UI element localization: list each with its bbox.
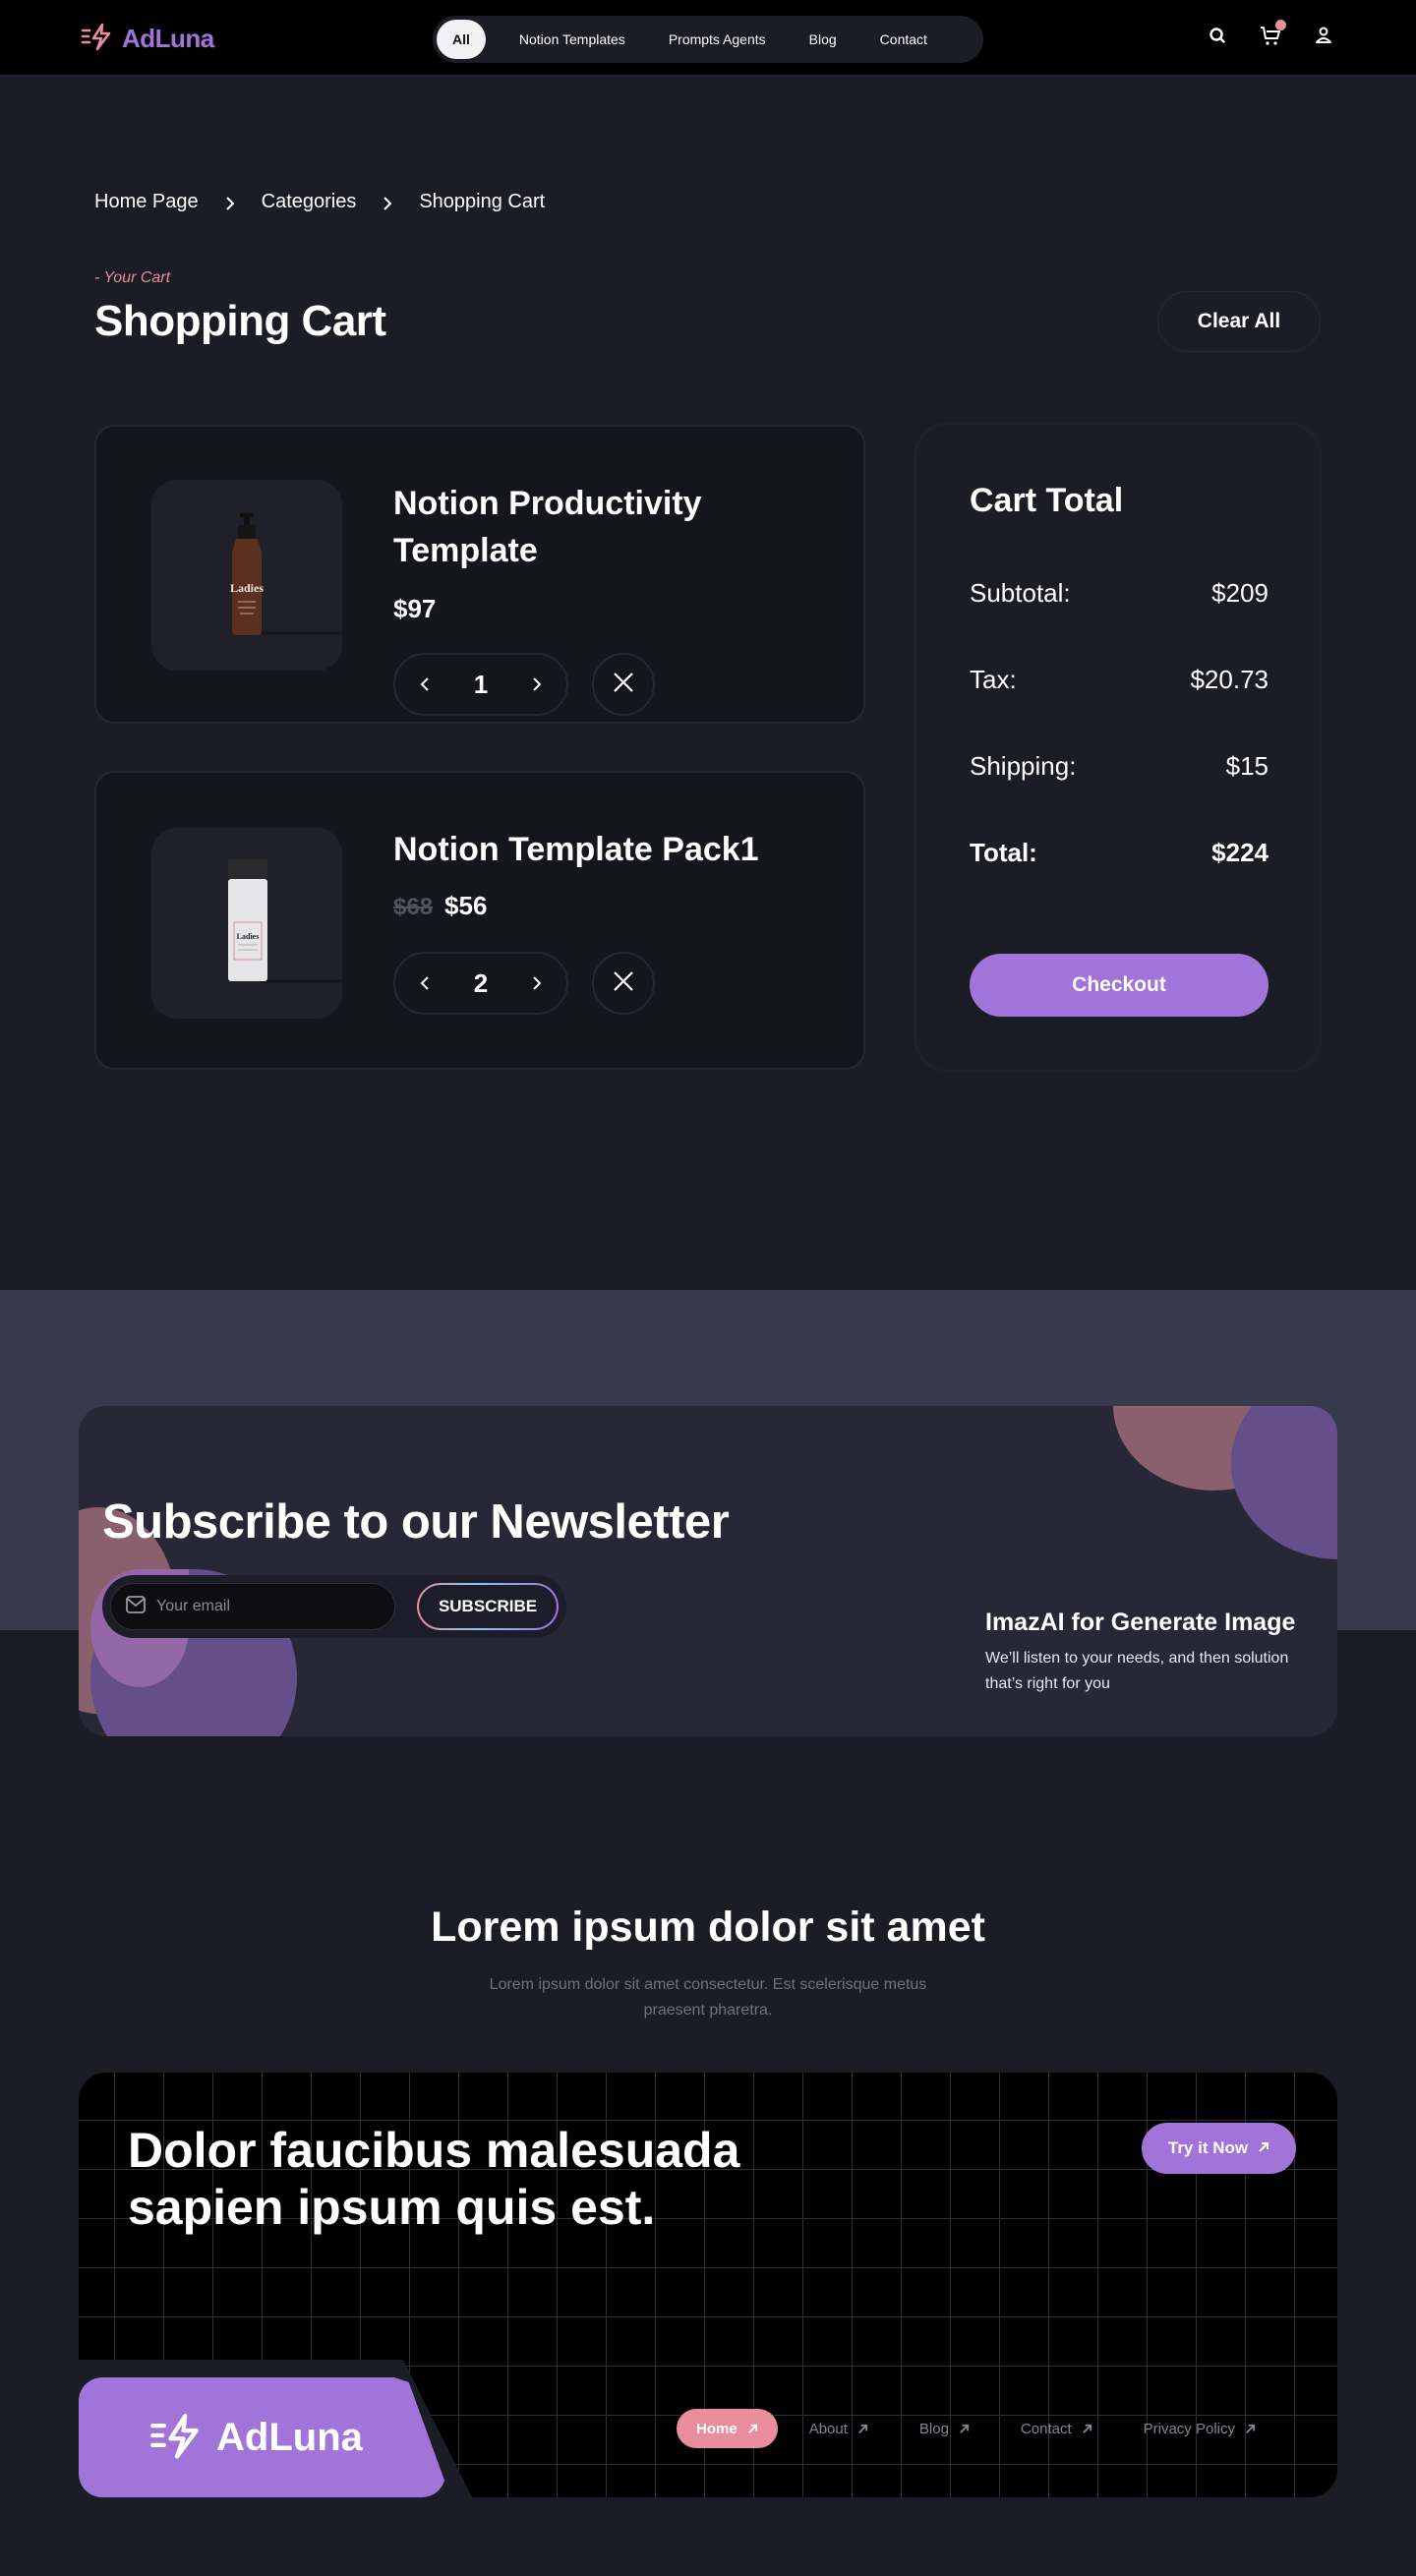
newsletter-form: SUBSCRIBE xyxy=(102,1575,566,1638)
total-row: Total: $224 xyxy=(970,838,1268,868)
product-title: Notion Template Pack1 xyxy=(393,831,759,868)
cart-total-panel: Cart Total Subtotal: $209 Tax: $20.73 Sh… xyxy=(914,423,1322,1072)
arrow-up-right-icon xyxy=(1258,2138,1269,2158)
bolt-logo-icon xyxy=(81,22,114,56)
subscribe-button[interactable]: SUBSCRIBE xyxy=(417,1583,559,1630)
decrease-quantity-button[interactable] xyxy=(415,673,435,696)
total-value: $224 xyxy=(1211,838,1268,867)
product-price: $68 $56 xyxy=(393,891,487,921)
product-image: Ladies xyxy=(151,480,342,671)
total-label: Total: xyxy=(970,838,1037,867)
decorative-blob xyxy=(1231,1406,1337,1559)
cart-icon[interactable] xyxy=(1259,20,1286,47)
nav-item-all[interactable]: All xyxy=(437,20,486,59)
remove-item-button[interactable] xyxy=(592,653,655,716)
checkout-button[interactable]: Checkout xyxy=(970,954,1268,1017)
footer-logo-text: AdLuna xyxy=(216,2415,363,2459)
nav-item-notion-templates[interactable]: Notion Templates xyxy=(498,20,647,59)
footer-link-about[interactable]: About xyxy=(790,2409,888,2448)
section-title: Lorem ipsum dolor sit amet xyxy=(431,1903,985,1951)
arrow-up-right-icon xyxy=(747,2424,757,2433)
shipping-value: $15 xyxy=(1225,751,1268,781)
try-it-now-label: Try it Now xyxy=(1167,2138,1249,2157)
footer-title: Dolor faucibus malesuada sapien ipsum qu… xyxy=(128,2123,740,2235)
arrow-up-right-icon xyxy=(960,2424,970,2433)
promo-title: ImazAI for Generate Image xyxy=(985,1609,1296,1636)
cart-item: Ladies Notion Template Pack1 $68 $56 2 xyxy=(94,771,865,1070)
close-icon xyxy=(613,970,634,997)
bolt-logo-icon xyxy=(149,2411,205,2465)
quantity-stepper: 1 xyxy=(393,653,568,716)
section-eyebrow: - Your Cart xyxy=(94,269,171,286)
email-field[interactable] xyxy=(110,1583,395,1630)
product-image: Ladies xyxy=(151,828,342,1019)
tax-label: Tax: xyxy=(970,665,1017,694)
breadcrumb-current: Shopping Cart xyxy=(419,191,546,212)
tax-row: Tax: $20.73 xyxy=(970,665,1268,695)
footer-logo[interactable]: AdLuna xyxy=(79,2377,445,2497)
subtotal-value: $209 xyxy=(1211,578,1268,608)
subscribe-label: SUBSCRIBE xyxy=(419,1585,557,1628)
original-price: $68 xyxy=(393,894,434,920)
close-icon xyxy=(613,672,634,698)
footer-link-label: Blog xyxy=(918,2420,949,2437)
quantity-value: 1 xyxy=(473,669,489,699)
search-icon[interactable] xyxy=(1206,24,1229,47)
product-title: Notion Productivity Template xyxy=(393,485,702,569)
nav-item-prompts-agents[interactable]: Prompts Agents xyxy=(647,20,788,59)
footer-link-label: Contact xyxy=(1020,2420,1072,2437)
footer-link-label: Privacy Policy xyxy=(1143,2420,1235,2437)
cart-item: Ladies Notion Productivity Template $97 … xyxy=(94,425,865,724)
arrow-up-right-icon xyxy=(1082,2424,1092,2433)
chevron-right-icon xyxy=(224,195,236,210)
arrow-up-right-icon xyxy=(1246,2424,1256,2433)
footer-link-privacy-policy[interactable]: Privacy Policy xyxy=(1124,2409,1275,2448)
shipping-row: Shipping: $15 xyxy=(970,751,1268,782)
svg-text:Ladies: Ladies xyxy=(230,581,264,595)
logo-text: AdLuna xyxy=(122,24,214,53)
increase-quantity-button[interactable] xyxy=(527,673,547,696)
breadcrumb-home[interactable]: Home Page xyxy=(94,191,199,213)
cart-total-title: Cart Total xyxy=(970,482,1124,519)
footer-link-home[interactable]: Home xyxy=(677,2409,778,2448)
current-price: $56 xyxy=(444,891,488,920)
shipping-label: Shipping: xyxy=(970,751,1077,781)
header-actions xyxy=(1206,20,1335,47)
email-input[interactable] xyxy=(156,1598,373,1615)
increase-quantity-button[interactable] xyxy=(527,971,547,995)
footer-nav: Home About Blog Contact Privacy Policy xyxy=(677,2409,1287,2448)
chevron-right-icon xyxy=(382,195,393,210)
product-price: $97 xyxy=(393,594,436,624)
decrease-quantity-button[interactable] xyxy=(415,971,435,995)
newsletter-title: Subscribe to our Newsletter xyxy=(102,1495,730,1549)
breadcrumb: Home Page Categories Shopping Cart xyxy=(94,191,545,213)
promo-text: We’ll listen to your needs, and then sol… xyxy=(985,1650,1289,1692)
arrow-up-right-icon xyxy=(858,2424,867,2433)
footer-link-label: About xyxy=(808,2420,848,2437)
cart-badge xyxy=(1275,20,1286,30)
top-navigation: AdLuna All Notion Templates Prompts Agen… xyxy=(0,0,1416,77)
page-title: Shopping Cart xyxy=(94,297,386,345)
clear-all-button[interactable]: Clear All xyxy=(1157,291,1321,352)
user-icon[interactable] xyxy=(1312,24,1335,47)
quantity-value: 2 xyxy=(473,967,489,998)
quantity-stepper: 2 xyxy=(393,952,568,1015)
breadcrumb-categories[interactable]: Categories xyxy=(262,191,357,213)
footer-link-contact[interactable]: Contact xyxy=(1001,2409,1112,2448)
footer-link-label: Home xyxy=(696,2420,738,2437)
section-subtitle: Lorem ipsum dolor sit amet consectetur. … xyxy=(489,1976,927,2019)
remove-item-button[interactable] xyxy=(592,952,655,1015)
mail-icon xyxy=(125,1595,147,1619)
category-nav: All Notion Templates Prompts Agents Blog… xyxy=(433,16,983,63)
subtotal-label: Subtotal: xyxy=(970,578,1071,608)
svg-text:Ladies: Ladies xyxy=(237,932,260,941)
nav-item-contact[interactable]: Contact xyxy=(858,20,949,59)
tax-value: $20.73 xyxy=(1190,665,1268,694)
nav-item-blog[interactable]: Blog xyxy=(788,20,858,59)
logo[interactable]: AdLuna xyxy=(81,22,214,56)
footer-link-blog[interactable]: Blog xyxy=(900,2409,989,2448)
subtotal-row: Subtotal: $209 xyxy=(970,578,1268,609)
try-it-now-button[interactable]: Try it Now xyxy=(1142,2123,1296,2174)
current-price: $97 xyxy=(393,594,437,623)
